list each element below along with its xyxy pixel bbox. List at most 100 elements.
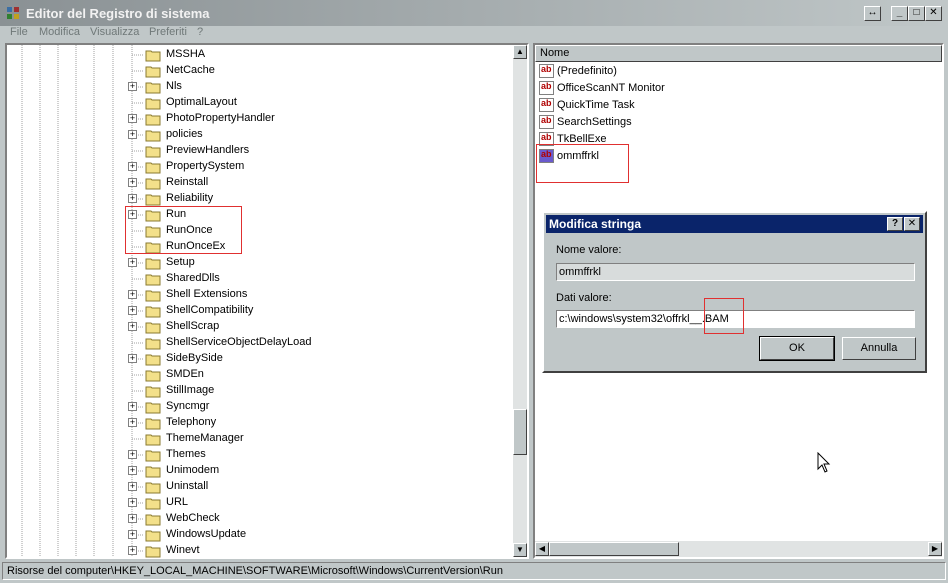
tree-item[interactable]: + WindowsUpdate (7, 527, 507, 543)
tree-item[interactable]: + PropertySystem (7, 159, 507, 175)
cancel-button[interactable]: Annulla (842, 337, 916, 360)
ok-button[interactable]: OK (759, 336, 835, 361)
tree-item[interactable]: ThemeManager (7, 431, 507, 447)
tree-item-label: URL (166, 496, 189, 508)
tree-item[interactable]: StillImage (7, 383, 507, 399)
tree-item[interactable]: + URL (7, 495, 507, 511)
restore-layout-button[interactable]: ↔ (864, 6, 881, 21)
tree-item-label: ShellCompatibility (166, 304, 254, 316)
folder-icon (145, 114, 161, 126)
tree-item[interactable]: + ShellScrap (7, 319, 507, 335)
menu-modifica[interactable]: Modifica (39, 26, 80, 38)
expand-toggle-icon[interactable]: + (128, 258, 137, 267)
folder-icon (145, 146, 161, 158)
tree-item[interactable]: + Setup (7, 255, 507, 271)
expand-toggle-icon[interactable]: + (128, 482, 137, 491)
tree-item[interactable]: + Nls (7, 79, 507, 95)
tree-item[interactable]: + Telephony (7, 415, 507, 431)
tree-item[interactable]: NetCache (7, 63, 507, 79)
expand-toggle-icon[interactable]: + (128, 402, 137, 411)
tree-item-label: SMDEn (166, 368, 204, 380)
tree-item-label: ShellServiceObjectDelayLoad (166, 336, 312, 348)
expand-toggle-icon[interactable]: + (128, 546, 137, 555)
expand-toggle-icon[interactable]: + (128, 418, 137, 427)
tree-scroll-thumb[interactable] (513, 409, 527, 455)
expand-toggle-icon[interactable]: + (128, 82, 137, 91)
menu-help[interactable]: ? (197, 26, 203, 38)
expand-toggle-icon[interactable]: + (128, 290, 137, 299)
mouse-cursor-icon (817, 452, 831, 473)
values-horizontal-scrollbar[interactable]: ◀ ▶ (535, 541, 942, 557)
scroll-right-button[interactable]: ▶ (928, 542, 942, 556)
tree-item[interactable]: + Winevt (7, 543, 507, 559)
values-scroll-thumb[interactable] (549, 542, 679, 556)
tree-item[interactable]: + Uninstall (7, 479, 507, 495)
value-list-item[interactable]: ab (Predefinito) (539, 63, 839, 80)
minimize-button[interactable]: _ (891, 6, 908, 21)
menu-visualizza[interactable]: Visualizza (90, 26, 139, 38)
expand-toggle-icon[interactable]: + (128, 514, 137, 523)
tree-vertical-scrollbar[interactable]: ▲ ▼ (513, 45, 527, 557)
expand-toggle-icon[interactable]: + (128, 466, 137, 475)
registry-editor-window: Editor del Registro di sistema ↔ _ □ ✕ F… (0, 0, 948, 583)
expand-toggle-icon[interactable]: + (128, 498, 137, 507)
expand-toggle-icon[interactable]: + (128, 306, 137, 315)
value-list-item[interactable]: ab SearchSettings (539, 114, 839, 131)
scroll-down-button[interactable]: ▼ (513, 543, 527, 557)
tree-item[interactable]: + WebCheck (7, 511, 507, 527)
tree-item[interactable]: + Reliability (7, 191, 507, 207)
scroll-up-button[interactable]: ▲ (513, 45, 527, 59)
value-list-item[interactable]: ab OfficeScanNT Monitor (539, 80, 839, 97)
tree-item[interactable]: + Shell Extensions (7, 287, 507, 303)
tree-item[interactable]: + Reinstall (7, 175, 507, 191)
tree-item[interactable]: MSSHA (7, 47, 507, 63)
menu-file[interactable]: File (10, 26, 28, 38)
expand-toggle-icon[interactable]: + (128, 114, 137, 123)
tree-item[interactable]: PreviewHandlers (7, 143, 507, 159)
expand-toggle-icon[interactable]: + (128, 178, 137, 187)
tree-item[interactable]: RunOnceEx (7, 239, 507, 255)
tree-item[interactable]: + ShellCompatibility (7, 303, 507, 319)
expand-toggle-icon[interactable]: + (128, 450, 137, 459)
tree-item[interactable]: + Themes (7, 447, 507, 463)
tree-item[interactable]: SharedDlls (7, 271, 507, 287)
tree-item[interactable]: + Syncmgr (7, 399, 507, 415)
menu-preferiti[interactable]: Preferiti (149, 26, 187, 38)
dialog-close-button[interactable]: ✕ (904, 217, 920, 231)
key-tree-pane[interactable]: MSSHA NetCache + Nls OptimalLayout + PhotoProp… (5, 43, 529, 559)
expand-toggle-icon[interactable]: + (128, 354, 137, 363)
tree-item[interactable]: ShellServiceObjectDelayLoad (7, 335, 507, 351)
tree-item[interactable]: OptimalLayout (7, 95, 507, 111)
tree-item[interactable]: SMDEn (7, 367, 507, 383)
value-name-label: SearchSettings (557, 116, 632, 128)
tree-item[interactable]: + Run (7, 207, 507, 223)
folder-icon (145, 466, 161, 478)
expand-toggle-icon[interactable]: + (128, 322, 137, 331)
folder-icon (145, 98, 161, 110)
tree-item[interactable]: + Unimodem (7, 463, 507, 479)
title-bar[interactable]: Editor del Registro di sistema ↔ _ □ ✕ (0, 0, 948, 26)
expand-toggle-icon[interactable]: + (128, 162, 137, 171)
expand-toggle-icon[interactable]: + (128, 530, 137, 539)
folder-icon (145, 402, 161, 414)
tree-item[interactable]: + SideBySide (7, 351, 507, 367)
tree-item-label: PhotoPropertyHandler (166, 112, 275, 124)
dialog-title-bar[interactable]: Modifica stringa ? ✕ (546, 215, 923, 233)
expand-toggle-icon[interactable]: + (128, 194, 137, 203)
dialog-help-button[interactable]: ? (887, 217, 903, 231)
expand-toggle-icon[interactable]: + (128, 130, 137, 139)
tree-item[interactable]: + policies (7, 127, 507, 143)
value-name-label: QuickTime Task (557, 99, 635, 111)
value-list-item[interactable]: ab QuickTime Task (539, 97, 839, 114)
value-name-field: ommffrkl (556, 263, 915, 281)
tree-item[interactable]: + PhotoPropertyHandler (7, 111, 507, 127)
folder-icon (145, 130, 161, 142)
scroll-left-button[interactable]: ◀ (535, 542, 549, 556)
column-header-nome[interactable]: Nome (535, 45, 942, 62)
folder-icon (145, 434, 161, 446)
tree-item[interactable]: RunOnce (7, 223, 507, 239)
string-value-icon: ab (539, 98, 554, 112)
close-window-button[interactable]: ✕ (925, 6, 942, 21)
maximize-button[interactable]: □ (908, 6, 925, 21)
tree-item-label: Unimodem (166, 464, 220, 476)
